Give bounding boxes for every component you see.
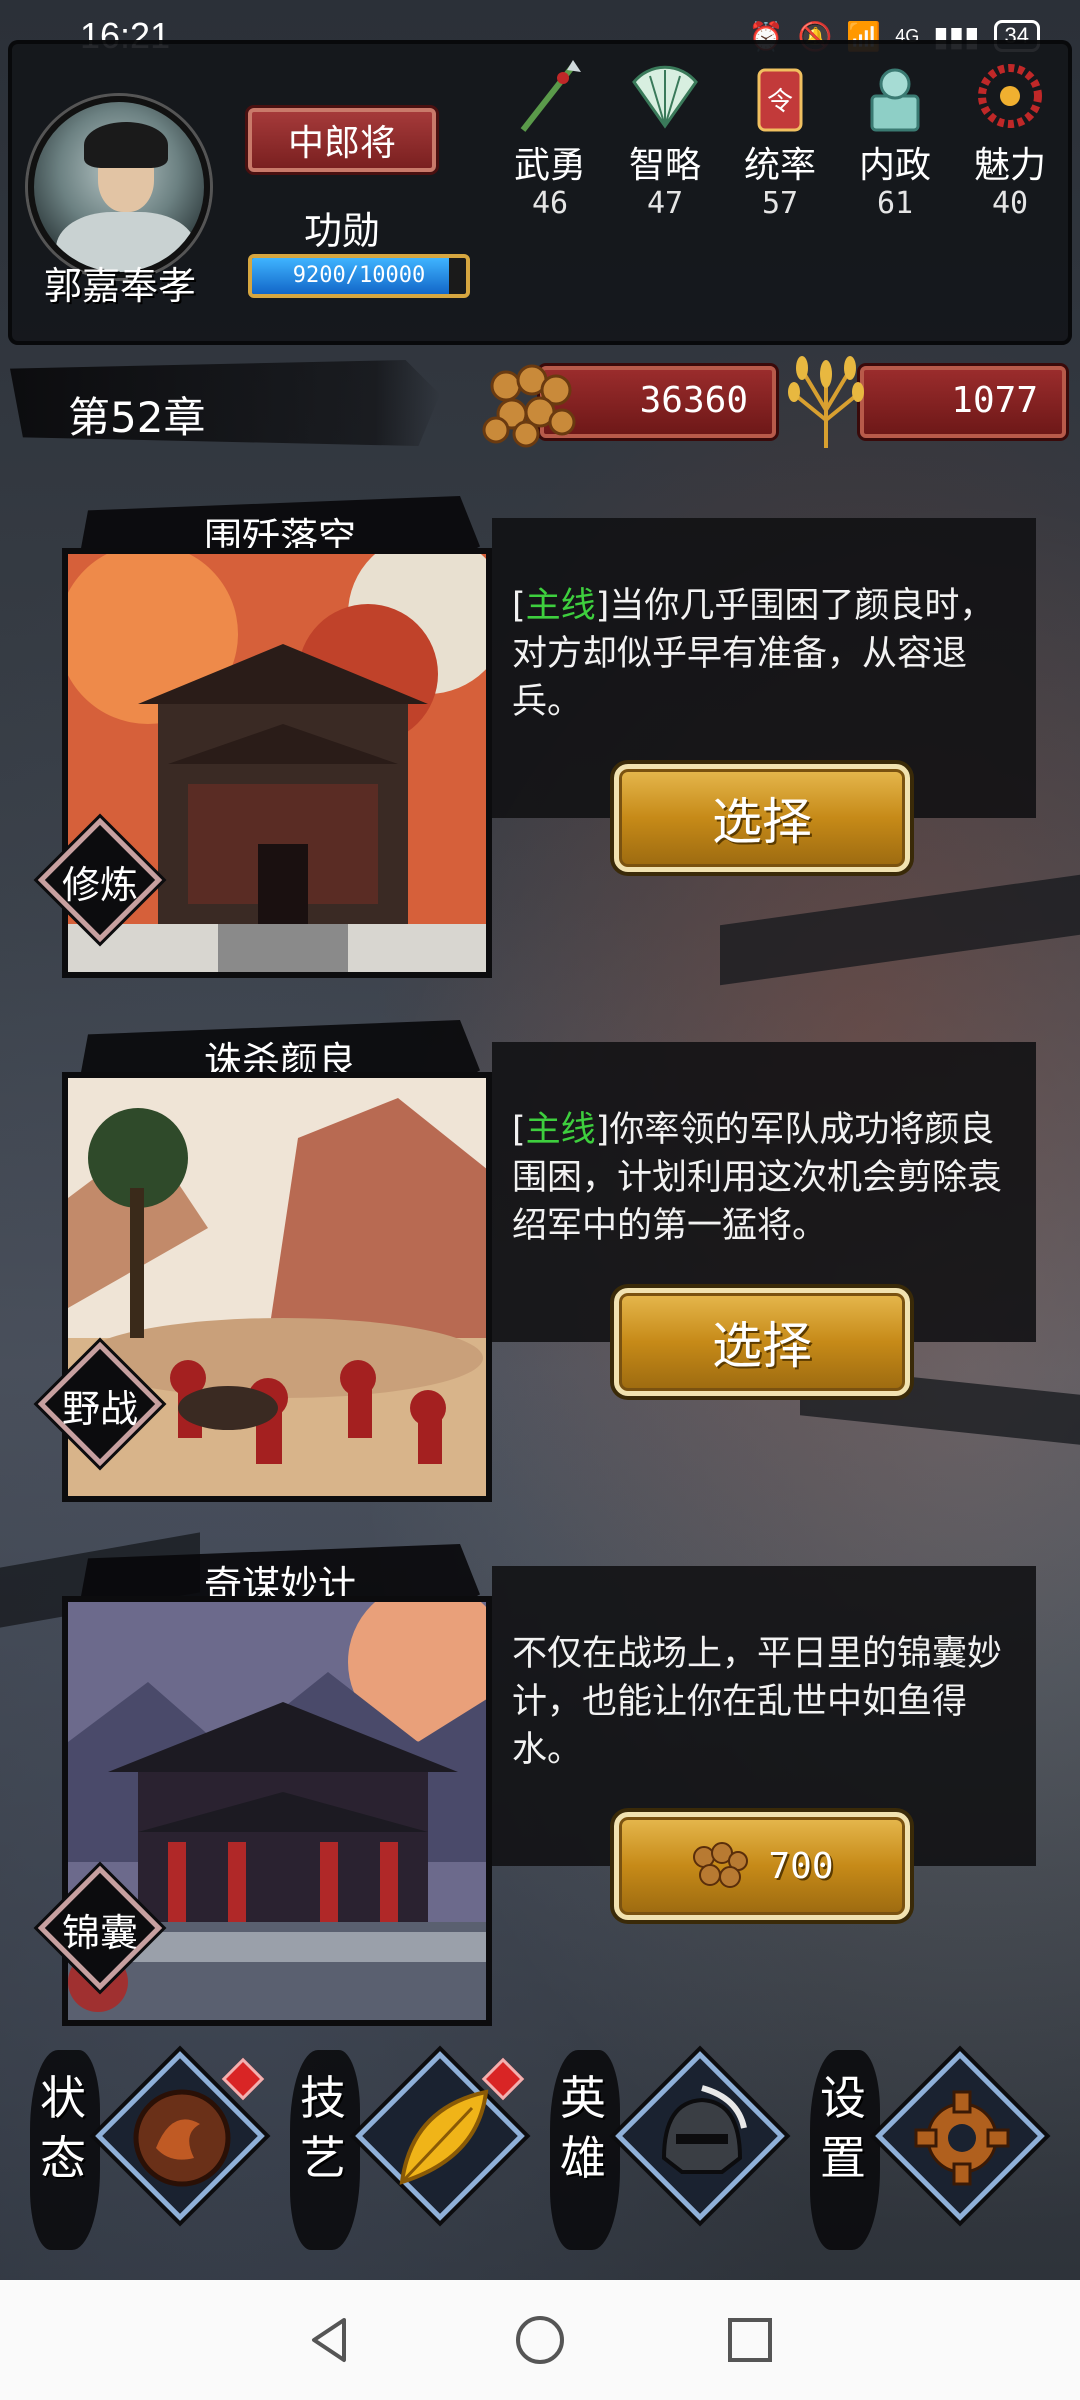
nav-label: 设置: [820, 2071, 866, 2185]
quest-description: 不仅在战场上，平日里的锦囊妙计，也能让你在乱世中如鱼得水。: [512, 1634, 1003, 1770]
recents-button[interactable]: [720, 2310, 780, 2370]
nav-label: 英雄: [560, 2071, 606, 2185]
back-button[interactable]: [300, 2310, 360, 2370]
stat-value: 47: [646, 186, 684, 221]
quest-category: 野战: [61, 1387, 138, 1431]
stat-label: 武勇: [513, 145, 586, 186]
helmet-icon: [642, 2078, 762, 2198]
grain-amount: 1077: [951, 380, 1038, 421]
quest-tag-label: 主线: [525, 1110, 596, 1150]
quest-description: [主线]你率领的军队成功将颜良围困，计划利用这次机会剪除袁绍军中的第一猛将。: [512, 1110, 1003, 1246]
cost-button[interactable]: 700: [614, 1812, 910, 1920]
stat-meili[interactable]: 魅力 40: [960, 56, 1060, 221]
home-button[interactable]: [510, 2310, 570, 2370]
merit-label: 功勋: [303, 209, 380, 253]
merit-progress-text: 9200/10000: [292, 263, 426, 288]
svg-text:令: 令: [767, 87, 793, 117]
stat-value: 40: [991, 186, 1029, 221]
stat-wuyong[interactable]: 武勇 46: [500, 56, 600, 221]
command-token-icon: 令: [745, 56, 815, 136]
stat-tongshuai[interactable]: 令 统率 57: [730, 56, 830, 221]
stat-label: 魅力: [973, 145, 1046, 186]
back-icon: [312, 2318, 346, 2362]
select-button[interactable]: 选择: [614, 764, 910, 872]
recents-icon: [728, 2318, 772, 2362]
merit-progress-bar: 9200/10000: [248, 254, 470, 298]
home-icon: [516, 2316, 564, 2364]
stat-value: 46: [531, 186, 569, 221]
cost-amount: 700: [768, 1845, 834, 1887]
hero-name: 郭嘉奉孝: [43, 264, 196, 308]
rank-badge: 中郎将: [248, 108, 436, 172]
quest-description: [主线]当你几乎围困了颜良时，对方却似乎早有准备，从容退兵。: [512, 586, 995, 722]
nav-skills[interactable]: 技艺: [290, 2040, 530, 2260]
nav-label: 技艺: [300, 2071, 346, 2185]
fan-icon: [630, 56, 700, 136]
coins-icon: [482, 356, 578, 452]
select-button[interactable]: 选择: [614, 1288, 910, 1396]
stat-value: 57: [761, 186, 799, 221]
stat-label: 统率: [743, 145, 816, 186]
coins-icon: [690, 1839, 750, 1893]
quest-card: 诛杀颜良 [主线]你率领的军队成功将颜良围困，计划利用这次机会剪除袁绍军中的第一…: [0, 1020, 1080, 1540]
nav-settings[interactable]: 设置: [810, 2040, 1050, 2260]
nav-label: 状态: [40, 2071, 86, 2185]
stat-label: 内政: [858, 145, 931, 186]
stat-label: 智略: [628, 145, 701, 186]
spear-icon: [515, 56, 585, 136]
grain-icon: [784, 350, 868, 454]
dragon-emblem-icon: [122, 2078, 242, 2198]
stat-zhilue[interactable]: 智略 47: [615, 56, 715, 221]
quest-card: 围歼落空 [主线]当你几乎围困了颜良时，对方却似乎早有准备，从容退兵。 选择 修…: [0, 496, 1080, 1016]
system-navigation-bar: [0, 2280, 1080, 2400]
gear-icon: [902, 2078, 1022, 2198]
necklace-icon: [975, 56, 1045, 136]
grain-resource: 1077: [860, 366, 1066, 438]
quest-category-badge: 野战: [37, 1341, 163, 1467]
stat-neizheng[interactable]: 内政 61: [845, 56, 945, 221]
nav-status[interactable]: 状态: [30, 2040, 270, 2260]
hero-avatar[interactable]: [28, 96, 210, 278]
bottom-nav: 状态 技艺 英雄 设置: [0, 2040, 1080, 2260]
quest-card: 奇谋妙计 不仅在战场上，平日里的锦囊妙计，也能让你在乱世中如鱼得水。 700 锦…: [0, 1544, 1080, 2064]
hero-stats: 武勇 46 智略 47 令 统率 57 内政 61 魅力 40: [500, 56, 1060, 296]
golden-leaf-icon: [382, 2078, 502, 2198]
quest-tag-label: 主线: [525, 586, 596, 626]
quest-category-badge: 修炼: [37, 817, 163, 943]
nav-heroes[interactable]: 英雄: [550, 2040, 790, 2260]
quest-category-badge: 锦囊: [37, 1865, 163, 1991]
coin-amount: 36360: [639, 380, 748, 421]
quest-category: 修炼: [61, 863, 138, 907]
stat-value: 61: [876, 186, 914, 221]
quest-category: 锦囊: [61, 1911, 138, 1955]
chapter-title: 第52章: [68, 393, 206, 442]
seal-icon: [860, 56, 930, 136]
